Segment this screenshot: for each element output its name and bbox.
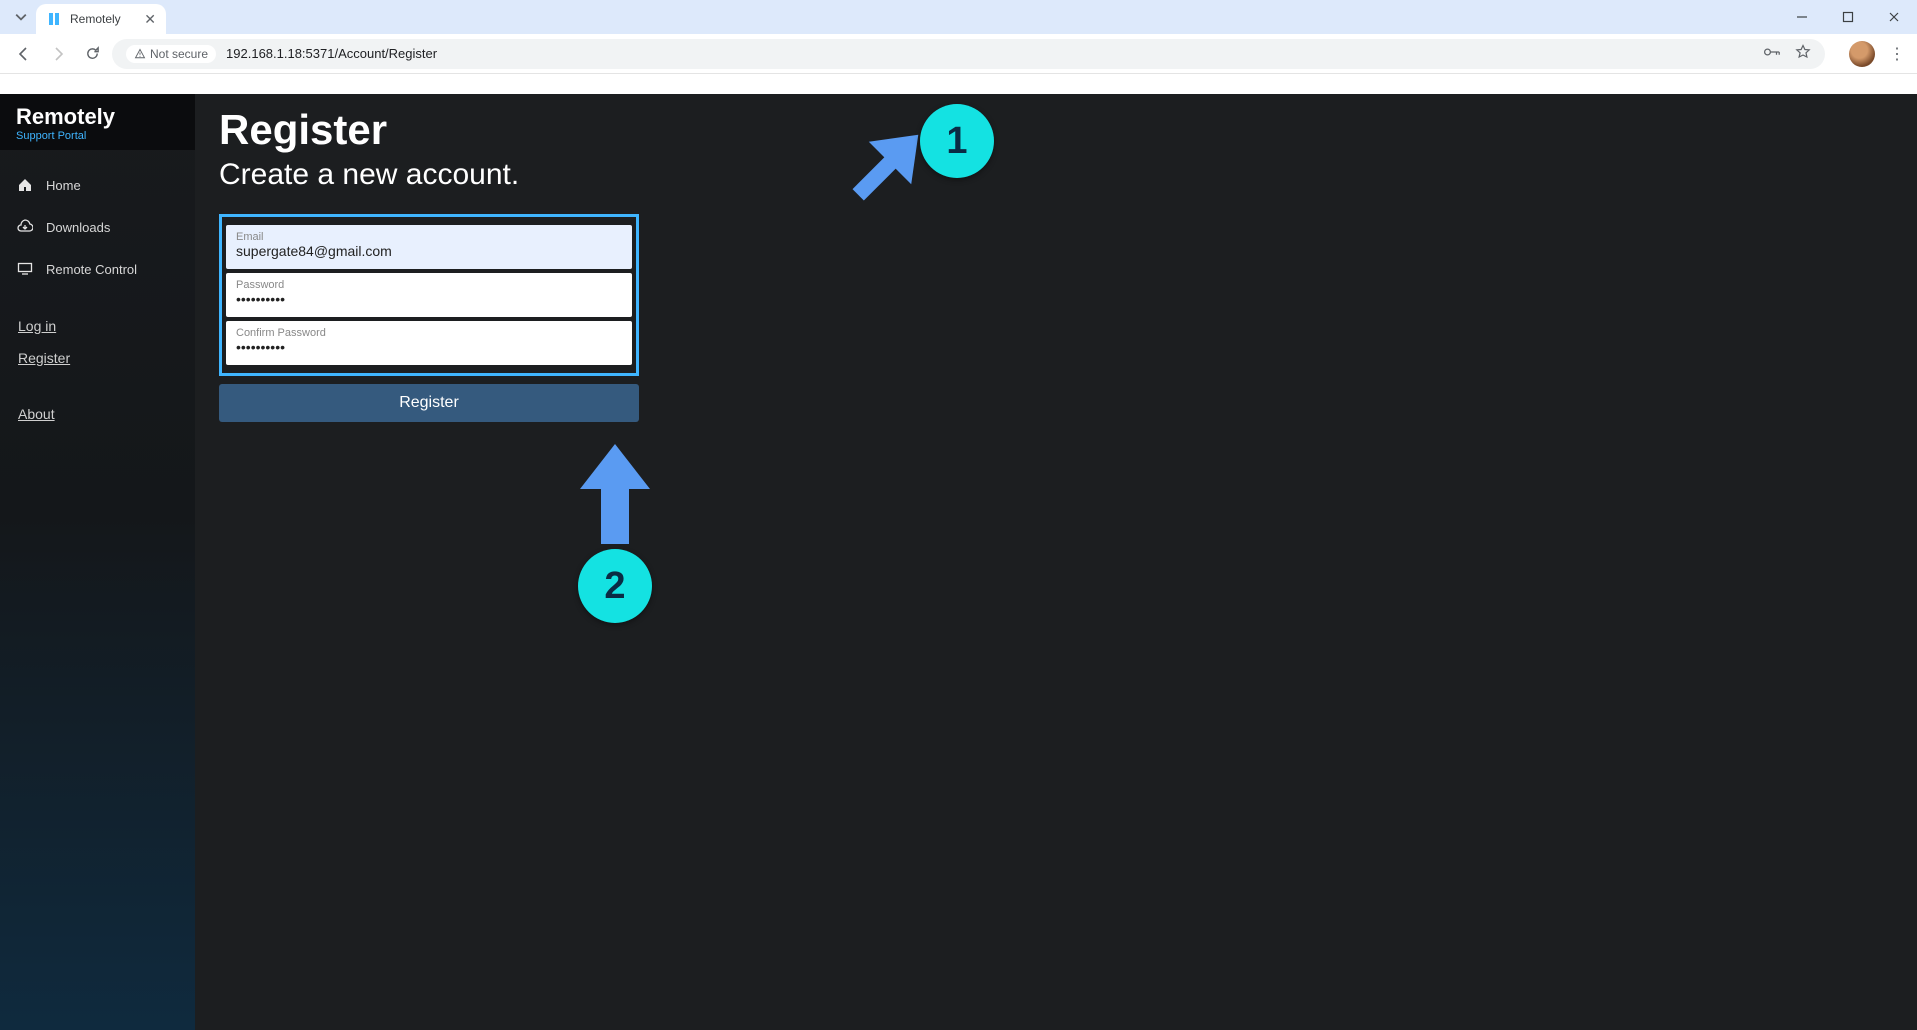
address-bar[interactable]: Not secure 192.168.1.18:5371/Account/Reg…: [112, 39, 1825, 69]
account-links: Log in Register About: [0, 318, 195, 422]
nav-back-button[interactable]: [10, 40, 38, 68]
download-icon: [16, 218, 34, 236]
brand-subtitle[interactable]: Support Portal: [16, 130, 179, 142]
not-secure-label: Not secure: [150, 47, 208, 61]
chrome-spacer: [0, 74, 1917, 94]
sidebar-item-downloads[interactable]: Downloads: [0, 206, 195, 248]
tab-search-dropdown[interactable]: [10, 6, 32, 28]
page-subtitle: Create a new account.: [219, 158, 1893, 192]
register-submit-button[interactable]: Register: [219, 384, 639, 422]
arrow-icon: [570, 444, 660, 554]
annotation-badge: 2: [578, 549, 652, 623]
sidebar-item-label: Remote Control: [46, 262, 137, 277]
confirm-password-label: Confirm Password: [236, 327, 622, 339]
nav-forward-button[interactable]: [44, 40, 72, 68]
sidebar-item-home[interactable]: Home: [0, 164, 195, 206]
window-controls: [1779, 0, 1917, 34]
sidebar-about-link[interactable]: About: [18, 406, 177, 422]
email-label: Email: [236, 231, 622, 243]
window-minimize[interactable]: [1779, 0, 1825, 34]
sidebar-register-link[interactable]: Register: [18, 350, 177, 366]
annotation-badge: 1: [920, 104, 994, 178]
password-input[interactable]: [236, 291, 622, 307]
browser-titlebar: Remotely ✕: [0, 0, 1917, 34]
brand-title: Remotely: [16, 104, 179, 130]
tab-favicon: [46, 11, 62, 27]
sidebar: Remotely Support Portal Home Downloads: [0, 94, 195, 1030]
home-icon: [16, 176, 34, 194]
annotation-step-1: 1: [835, 108, 945, 218]
tab-title: Remotely: [70, 12, 121, 26]
window-maximize[interactable]: [1825, 0, 1871, 34]
email-field-wrapper[interactable]: Email: [226, 225, 632, 269]
browser-menu-icon[interactable]: ⋮: [1887, 44, 1907, 64]
password-key-icon[interactable]: [1763, 45, 1781, 62]
annotation-step-2: 2: [570, 444, 660, 554]
brand-block: Remotely Support Portal: [0, 94, 195, 150]
sidebar-login-link[interactable]: Log in: [18, 318, 177, 334]
email-input[interactable]: [236, 243, 622, 259]
monitor-icon: [16, 260, 34, 278]
bookmark-star-icon[interactable]: [1795, 44, 1811, 63]
register-form-box: Email Password Confirm Password: [219, 214, 639, 376]
tab-close-icon[interactable]: ✕: [144, 11, 156, 28]
warning-icon: [134, 48, 146, 60]
sidebar-item-remote-control[interactable]: Remote Control: [0, 248, 195, 290]
app-root: Remotely Support Portal Home Downloads: [0, 94, 1917, 1030]
confirm-password-field-wrapper[interactable]: Confirm Password: [226, 321, 632, 365]
window-close[interactable]: [1871, 0, 1917, 34]
not-secure-chip[interactable]: Not secure: [126, 45, 216, 63]
password-field-wrapper[interactable]: Password: [226, 273, 632, 317]
confirm-password-input[interactable]: [236, 339, 622, 355]
sidebar-item-label: Home: [46, 178, 81, 193]
nav-list: Home Downloads Remote Control: [0, 164, 195, 290]
browser-tab[interactable]: Remotely ✕: [36, 4, 166, 34]
profile-avatar[interactable]: [1849, 41, 1875, 67]
nav-reload-button[interactable]: [78, 40, 106, 68]
sidebar-item-label: Downloads: [46, 220, 110, 235]
page-title: Register: [219, 106, 1893, 154]
main-content: Register Create a new account. Email Pas…: [195, 94, 1917, 1030]
url-text: 192.168.1.18:5371/Account/Register: [226, 46, 437, 61]
browser-toolbar: Not secure 192.168.1.18:5371/Account/Reg…: [0, 34, 1917, 74]
password-label: Password: [236, 279, 622, 291]
